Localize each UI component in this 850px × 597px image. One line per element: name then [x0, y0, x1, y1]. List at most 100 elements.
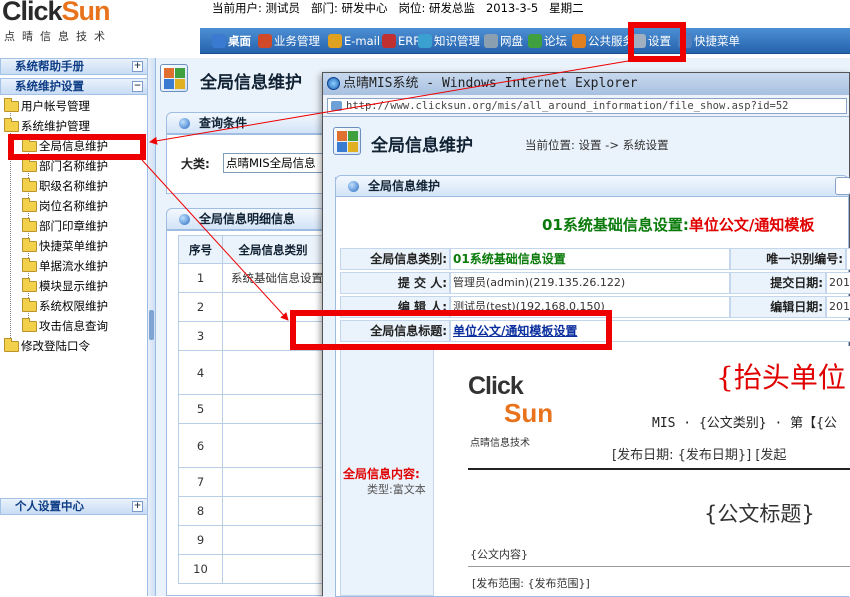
row-no: 9 [178, 525, 223, 555]
bg-page-header: 全局信息维护 [160, 62, 330, 98]
menu-label: 快捷菜单 [694, 34, 740, 48]
row-no: 2 [178, 292, 223, 322]
submit-date-value: 2010/7/ [826, 272, 850, 294]
row-type[interactable] [222, 423, 324, 468]
col-header-type[interactable]: 全局信息类别 [222, 235, 324, 264]
panel-button[interactable] [835, 177, 850, 195]
row-type[interactable] [222, 525, 324, 555]
erp-icon [382, 34, 396, 48]
collapse-toggle-icon[interactable]: − [132, 81, 143, 92]
table-row[interactable]: 8 [178, 496, 324, 526]
sidebar-item-12[interactable]: 攻击信息查询 [22, 316, 108, 336]
ie-title-bar[interactable]: 点晴MIS系统 - Windows Internet Explorer [323, 73, 849, 95]
sidebar-item-1[interactable]: 用户帐号管理 [4, 96, 90, 116]
sidebar-item-2[interactable]: 系统维护管理 [4, 116, 90, 136]
query-panel-title: 查询条件 [199, 116, 248, 130]
row-type[interactable] [222, 554, 324, 584]
row-no: 5 [178, 394, 223, 424]
sidebar-item-9[interactable]: 单据流水维护 [22, 256, 108, 276]
sidebar-item-8[interactable]: 快捷菜单维护 [22, 236, 108, 256]
sidebar-item-label: 系统维护管理 [21, 119, 90, 133]
row-type[interactable] [222, 496, 324, 526]
sidebar-section-help[interactable]: 系统帮助手册 + [0, 58, 148, 75]
list-panel-header[interactable]: 全局信息明细信息 [166, 208, 326, 230]
sidebar-item-label: 用户帐号管理 [21, 99, 90, 113]
info-list-table: 序号 全局信息类别 1 系统基础信息设置 2 3 4 5 6 7 8 9 10 [178, 235, 324, 584]
content-label: 全局信息内容: [343, 467, 420, 481]
doc-date-line: [发布日期: {发布日期}] [发起 [612, 448, 787, 463]
help-section-label: 系统帮助手册 [15, 59, 84, 73]
collapse-icon[interactable] [179, 118, 190, 129]
page-favicon-icon [331, 101, 342, 111]
row-no: 10 [178, 554, 223, 584]
category-select[interactable]: 点晴MIS全局信息 [223, 153, 333, 173]
table-row[interactable]: 9 [178, 525, 324, 555]
menu-label: 业务管理 [274, 34, 320, 48]
user-icon [258, 34, 272, 48]
menu-item-4[interactable]: ERP [382, 32, 420, 50]
collapse-icon[interactable] [348, 181, 359, 192]
doc-logo-sub: 点晴信息技术 [470, 438, 530, 449]
menu-item-3[interactable]: E-mail [328, 32, 380, 50]
splitter-handle[interactable] [149, 310, 154, 340]
table-row[interactable]: 4 [178, 350, 324, 395]
row-type[interactable] [222, 350, 324, 395]
query-panel: 大类: 点晴MIS全局信息 [166, 134, 333, 194]
content-label-cell: 全局信息内容: 类型:富文本 [340, 344, 434, 596]
menu-item-1[interactable]: 桌面 [212, 32, 251, 50]
ie-address-bar: http://www.clicksun.org/mis/all_around_i… [323, 95, 849, 117]
submitter-value: 管理员(admin)(219.135.26.122) [450, 272, 730, 294]
top-menu-bar: 桌面 业务管理 E-mail ERP 知识管理 网盘 论坛 公共服务 设置 快捷菜单 [200, 28, 850, 54]
sidebar-section-maint[interactable]: 系统维护设置 − [0, 78, 148, 95]
sidebar-item-11[interactable]: 系统权限维护 [22, 296, 108, 316]
table-row[interactable]: 5 [178, 394, 324, 424]
breadcrumb: 当前位置: 设置 -> 系统设置 [525, 138, 669, 152]
folder-icon [22, 257, 37, 272]
sidebar-item-6[interactable]: 岗位名称维护 [22, 196, 108, 216]
folder-icon [22, 197, 37, 212]
table-row[interactable]: 1 系统基础信息设置 [178, 263, 324, 293]
clicksun-logo[interactable]: ClickSun 点晴信息技术 [0, 0, 200, 48]
menu-item-6[interactable]: 网盘 [484, 32, 523, 50]
sidebar-item-7[interactable]: 部门印章维护 [22, 216, 108, 236]
row-type[interactable] [222, 467, 324, 497]
sidebar-splitter[interactable] [148, 58, 156, 596]
desktop-icon [212, 34, 226, 48]
sidebar-item-label: 攻击信息查询 [39, 319, 108, 333]
row-type[interactable] [222, 394, 324, 424]
doc-logo: Click Sun 点晴信息技术 [468, 372, 558, 452]
expand-toggle-icon[interactable]: + [132, 61, 143, 72]
menu-item-2[interactable]: 业务管理 [258, 32, 320, 50]
menu-item-8[interactable]: 公共服务 [572, 32, 634, 50]
menu-item-7[interactable]: 论坛 [528, 32, 567, 50]
uid-label: 唯一识别编号: [730, 248, 846, 270]
submit-date-label: 提交日期: [730, 272, 826, 294]
url-input[interactable]: http://www.clicksun.org/mis/all_around_i… [327, 98, 847, 114]
query-panel-header[interactable]: 查询条件 [166, 112, 326, 134]
sidebar-item-5[interactable]: 职级名称维护 [22, 176, 108, 196]
table-row[interactable]: 10 [178, 554, 324, 584]
collapse-icon[interactable] [179, 214, 190, 225]
expand-toggle-icon[interactable]: + [132, 501, 143, 512]
sidebar-item-13[interactable]: 修改登陆口令 [4, 336, 90, 356]
type-label: 全局信息类别: [340, 248, 450, 270]
menu-item-10[interactable]: 快捷菜单 [678, 32, 740, 50]
sidebar-item-10[interactable]: 模块显示维护 [22, 276, 108, 296]
row-no: 4 [178, 350, 223, 395]
row-no: 7 [178, 467, 223, 497]
menu-item-5[interactable]: 知识管理 [418, 32, 480, 50]
folder-icon [22, 177, 37, 192]
table-row[interactable]: 7 [178, 467, 324, 497]
table-row[interactable]: 6 [178, 423, 324, 468]
row-type[interactable]: 系统基础信息设置 [222, 263, 324, 293]
personal-section-label: 个人设置中心 [15, 499, 84, 513]
sidebar-item-label: 模块显示维护 [39, 279, 108, 293]
highlight-global-info [8, 134, 146, 160]
folder-icon [22, 277, 37, 292]
sidebar-section-personal[interactable]: 个人设置中心 + [0, 498, 148, 515]
detail-page-header: 全局信息维护 当前位置: 设置 -> 系统设置 [329, 123, 849, 161]
sidebar-item-label: 快捷菜单维护 [39, 239, 108, 253]
bg-page-title: 全局信息维护 [200, 73, 302, 93]
detail-panel-header[interactable]: 全局信息维护 [335, 175, 849, 197]
col-header-no[interactable]: 序号 [178, 235, 223, 264]
